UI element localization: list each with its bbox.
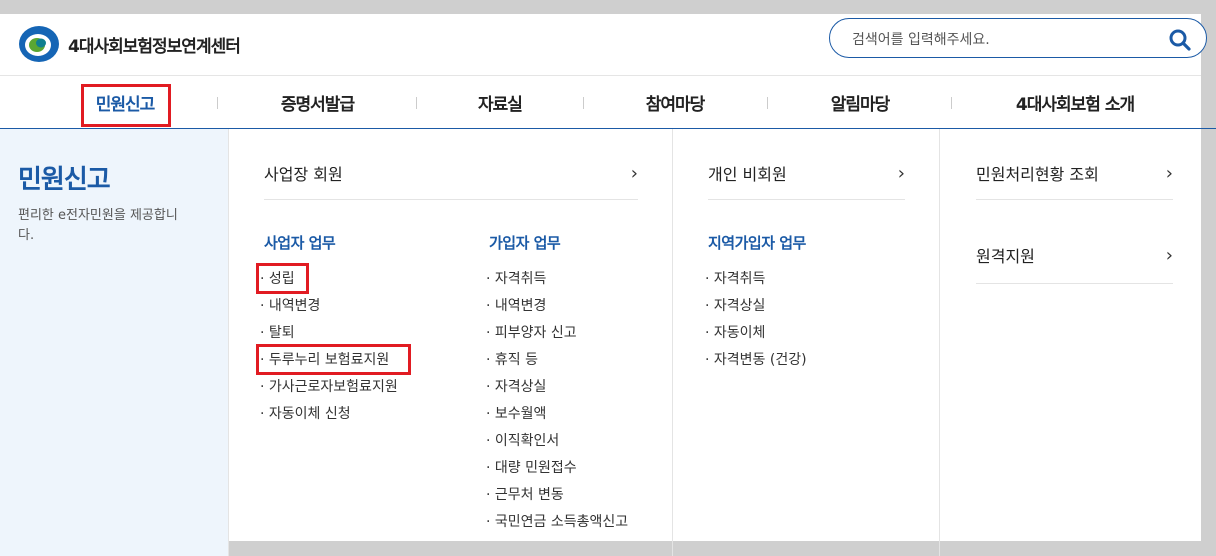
nav-item-participation[interactable]: 참여마당 [610,76,740,128]
nav-separator [583,97,584,109]
nav-separator [416,97,417,109]
link-business-member[interactable]: 사업장 회원 › [264,160,638,186]
list-item[interactable]: · 보수월액 [486,401,628,428]
link-label: 개인 비회원 [708,165,787,184]
side-description: 편리한 e전자민원을 제공합니다. [18,208,178,243]
list-item[interactable]: · 휴직 등 [486,347,628,374]
main-nav: 민원신고 증명서발급 자료실 참여마당 알림마당 4대사회보험 소개 [0,76,1201,128]
list-item[interactable]: · 탈퇴 [260,320,398,347]
site-logo[interactable]: 4대사회보험정보연계센터 [18,24,241,64]
nav-item-certificate[interactable]: 증명서발급 [250,76,385,128]
list-item[interactable]: · 대량 민원접수 [486,455,628,482]
link-label: 민원처리현황 조회 [976,165,1099,184]
search-box[interactable] [829,18,1207,58]
list-item[interactable]: · 자동이체 [705,320,807,347]
nav-item-library[interactable]: 자료실 [450,76,550,128]
side-title: 민원신고 [18,165,111,195]
list-item[interactable]: · 자동이체 신청 [260,401,398,428]
link-label: 원격지원 [976,247,1035,266]
section-title-subscriber: 가입자 업무 [489,234,561,252]
chevron-right-icon: › [630,162,638,184]
chevron-right-icon: › [1165,162,1173,184]
list-item[interactable]: · 두루누리 보험료지원 [260,347,398,374]
nav-item-complaint[interactable]: 민원신고 [82,76,168,128]
search-icon[interactable] [1168,28,1192,52]
list-item[interactable]: · 자격취득 [705,266,807,293]
list-item[interactable]: · 내역변경 [486,293,628,320]
nav-item-notice[interactable]: 알림마당 [795,76,925,128]
site-name: 4대사회보험정보연계센터 [68,36,241,57]
link-individual-nonmember[interactable]: 개인 비회원 › [708,160,905,186]
region-task-list: · 자격취득 · 자격상실 · 자동이체 · 자격변동 (건강) [705,266,807,374]
chevron-right-icon: › [897,162,905,184]
column-divider [939,129,940,556]
column-divider [672,129,673,556]
nav-item-about[interactable]: 4대사회보험 소개 [990,76,1160,128]
subscriber-task-list: · 자격취득 · 내역변경 · 피부양자 신고 · 휴직 등 · 자격상실 · … [486,266,628,536]
nav-separator [951,97,952,109]
list-item[interactable]: · 가사근로자보험료지원 [260,374,398,401]
chevron-right-icon: › [1165,244,1173,266]
list-item[interactable]: · 국민연금 소득총액신고 [486,509,628,536]
link-label: 사업장 회원 [264,165,343,184]
row-divider [264,199,638,200]
list-item[interactable]: · 내역변경 [260,293,398,320]
list-item[interactable]: · 자격변동 (건강) [705,347,807,374]
side-panel: 민원신고 편리한 e전자민원을 제공합니다. [0,129,228,556]
row-divider [976,283,1173,284]
link-complaint-status[interactable]: 민원처리현황 조회 › [976,160,1173,186]
logo-emblem-icon [19,26,59,62]
business-task-list: · 성립 · 내역변경 · 탈퇴 · 두루누리 보험료지원 · 가사근로자보험료… [260,266,398,428]
list-item[interactable]: · 자격상실 [486,374,628,401]
list-item[interactable]: · 근무처 변동 [486,482,628,509]
nav-separator [217,97,218,109]
list-item[interactable]: · 성립 [260,266,398,293]
list-item[interactable]: · 자격상실 [705,293,807,320]
section-title-region: 지역가입자 업무 [708,234,806,252]
link-remote-support[interactable]: 원격지원 › [976,242,1173,268]
list-item[interactable]: · 피부양자 신고 [486,320,628,347]
list-item[interactable]: · 자격취득 [486,266,628,293]
row-divider [708,199,905,200]
column-divider [228,129,229,556]
row-divider [976,199,1173,200]
search-input[interactable] [850,27,1154,53]
section-title-business: 사업자 업무 [264,234,336,252]
list-item[interactable]: · 이직확인서 [486,428,628,455]
nav-separator [767,97,768,109]
